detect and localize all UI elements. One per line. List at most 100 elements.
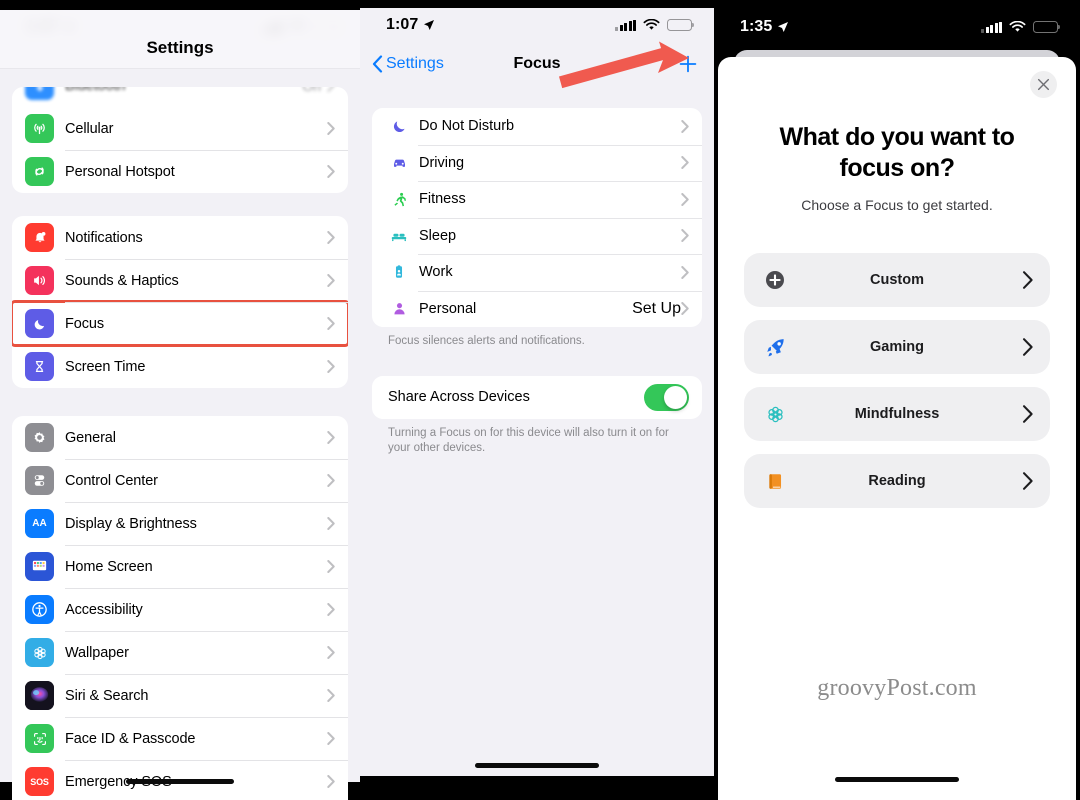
- chevron-right-icon: [681, 302, 689, 316]
- sos-icon: SOS: [25, 767, 54, 796]
- row-label: Notifications: [65, 229, 143, 246]
- focus-picker-sheet: What do you want to focus on? Choose a F…: [718, 57, 1076, 800]
- back-button[interactable]: Settings: [372, 42, 444, 86]
- chevron-right-icon: [327, 165, 335, 178]
- location-arrow-icon: [778, 22, 789, 32]
- sidebar-item-notifications[interactable]: Notifications: [12, 216, 348, 259]
- row-label: Siri & Search: [65, 687, 149, 704]
- chevron-right-icon: [327, 775, 335, 788]
- gear-icon: [25, 423, 54, 452]
- cellular-icon: [25, 114, 54, 143]
- battery-icon: [667, 19, 695, 31]
- chevron-right-icon: [1022, 271, 1033, 289]
- sliders-icon: [25, 466, 54, 495]
- accessibility-icon: [25, 595, 54, 624]
- status-time: 1:07: [386, 16, 419, 33]
- focus-option-label: Mindfulness: [854, 406, 940, 422]
- share-across-devices-row[interactable]: Share Across Devices: [372, 376, 702, 419]
- status-time-wrap: 1:35: [740, 18, 789, 36]
- settings-screen: 1:07 Settings: [0, 10, 360, 800]
- home-indicator: [835, 777, 959, 782]
- book-icon: [762, 468, 788, 494]
- focus-mode-do-not-disturb[interactable]: Do Not Disturb: [372, 108, 702, 145]
- settings-group-connectivity: Bluetooth On: [12, 87, 348, 193]
- screenshot-canvas: 1:07 Settings: [0, 0, 1080, 800]
- sidebar-item-cellular[interactable]: Cellular: [12, 107, 348, 150]
- row-label: Home Screen: [65, 558, 153, 575]
- plus-circle-icon: [762, 267, 788, 293]
- focus-mode-personal[interactable]: Personal Set Up: [372, 290, 702, 328]
- sidebar-item-wallpaper[interactable]: Wallpaper: [12, 631, 348, 674]
- focus-option-gaming[interactable]: Gaming: [744, 320, 1050, 374]
- row-label: Display & Brightness: [65, 515, 197, 532]
- sidebar-item-display-brightness[interactable]: AA Display & Brightness: [12, 502, 348, 545]
- sidebar-item-screen-time[interactable]: Screen Time: [12, 345, 348, 388]
- focus-screen: 1:07 Settings Focus Do Not Disturb Drivi…: [360, 8, 714, 776]
- row-label: Accessibility: [65, 601, 143, 618]
- status-time: 1:35: [740, 18, 773, 35]
- sidebar-item-personal-hotspot[interactable]: Personal Hotspot: [12, 150, 348, 193]
- row-label: Personal Hotspot: [65, 163, 175, 180]
- sidebar-item-home-screen[interactable]: Home Screen: [12, 545, 348, 588]
- chevron-right-icon: [681, 192, 689, 206]
- plus-icon: [679, 55, 697, 73]
- status-bar: 1:07: [360, 8, 714, 42]
- focus-mode-label: Do Not Disturb: [419, 118, 515, 135]
- sidebar-item-focus[interactable]: Focus: [12, 300, 348, 347]
- phone-panel-settings: 1:07 Settings: [0, 0, 360, 800]
- status-indicators: [615, 19, 695, 31]
- home-indicator: [475, 763, 599, 768]
- focus-option-reading[interactable]: Reading: [744, 454, 1050, 508]
- row-label: Wallpaper: [65, 644, 129, 661]
- row-value: On: [302, 87, 321, 94]
- focus-option-mindfulness[interactable]: Mindfulness: [744, 387, 1050, 441]
- sheet-heading: What do you want to focus on?: [779, 123, 1015, 182]
- moon-icon: [388, 116, 410, 136]
- back-label: Settings: [386, 55, 444, 72]
- cellular-signal-icon: [615, 19, 636, 31]
- chevron-right-icon: [327, 732, 335, 745]
- moon-icon: [25, 309, 54, 338]
- chevron-right-icon: [327, 360, 335, 373]
- wifi-icon: [643, 19, 660, 30]
- row-label: Control Center: [65, 472, 158, 489]
- location-arrow-icon: [424, 20, 435, 30]
- focus-mode-sleep[interactable]: Sleep: [372, 217, 702, 255]
- row-label: Screen Time: [65, 358, 146, 375]
- bed-icon: [388, 226, 410, 246]
- focus-mode-work[interactable]: Work: [372, 254, 702, 291]
- chevron-right-icon: [1022, 338, 1033, 356]
- add-focus-button[interactable]: [678, 42, 698, 86]
- chevron-right-icon: [327, 560, 335, 573]
- bell-icon: [25, 223, 54, 252]
- chevron-right-icon: [327, 646, 335, 659]
- share-across-devices-toggle[interactable]: [644, 383, 689, 411]
- sidebar-item-siri-search[interactable]: Siri & Search: [12, 674, 348, 717]
- sidebar-item-bluetooth[interactable]: Bluetooth On: [12, 87, 348, 107]
- focus-option-custom[interactable]: Custom: [744, 253, 1050, 307]
- chevron-right-icon: [1022, 472, 1033, 490]
- status-bar: 1:35: [714, 10, 1080, 44]
- focus-mode-value: Set Up: [632, 299, 681, 317]
- sidebar-item-face-id-passcode[interactable]: Face ID & Passcode: [12, 717, 348, 760]
- table-row-cropped: Bluetooth On: [12, 87, 348, 107]
- focus-mode-driving[interactable]: Driving: [372, 144, 702, 182]
- hourglass-icon: [25, 352, 54, 381]
- chevron-right-icon: [327, 274, 335, 287]
- sidebar-item-sounds-haptics[interactable]: Sounds & Haptics: [12, 259, 348, 302]
- faceid-icon: [25, 724, 54, 753]
- focus-mode-fitness[interactable]: Fitness: [372, 181, 702, 218]
- hotspot-icon: [25, 157, 54, 186]
- wallpaper-icon: [25, 638, 54, 667]
- sidebar-item-accessibility[interactable]: Accessibility: [12, 588, 348, 631]
- chevron-right-icon: [327, 87, 334, 92]
- aa-icon: AA: [25, 509, 54, 538]
- sidebar-item-control-center[interactable]: Control Center: [12, 459, 348, 502]
- share-across-devices-group: Share Across Devices: [372, 375, 702, 419]
- share-across-devices-caption: Turning a Focus on for this device will …: [388, 426, 669, 455]
- sidebar-item-general[interactable]: General: [12, 416, 348, 459]
- page-title-bar: Settings: [0, 10, 360, 68]
- grid-icon: [25, 552, 54, 581]
- navigation-bar: Settings Focus: [360, 42, 714, 86]
- close-button[interactable]: [1030, 71, 1057, 98]
